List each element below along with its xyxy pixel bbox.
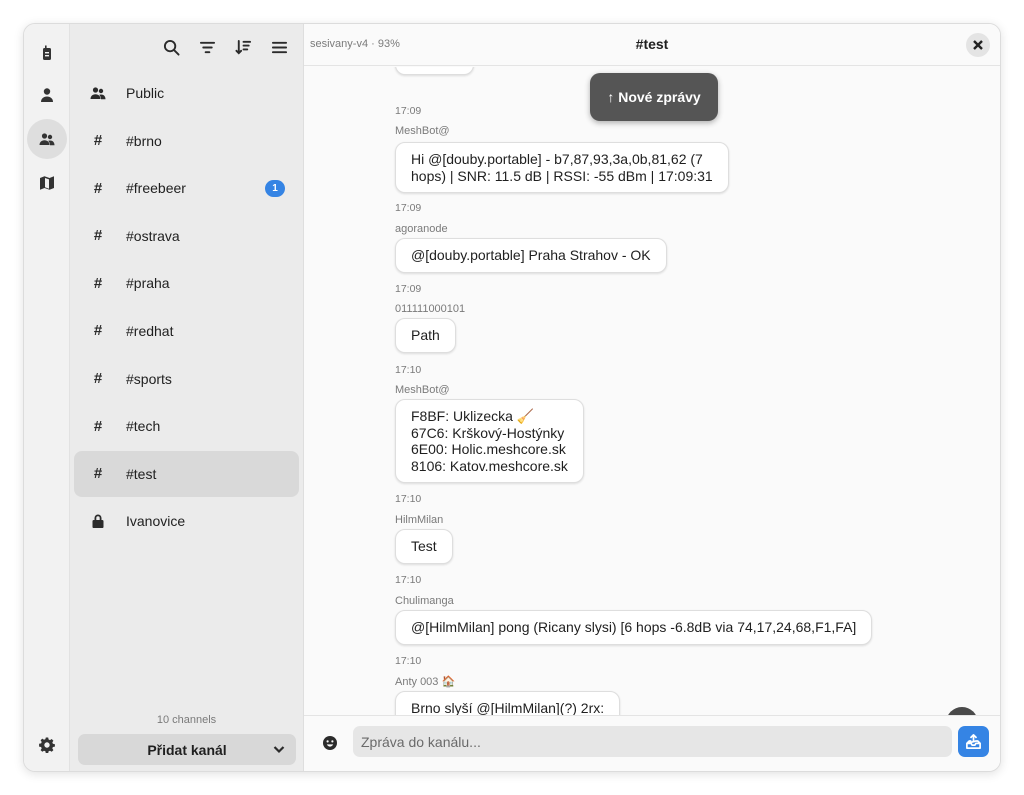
channel-label: #sports <box>126 370 172 387</box>
page-title: #test <box>635 36 669 52</box>
gear-icon <box>39 737 55 753</box>
message-time: 17:10 <box>395 493 422 505</box>
message-bubble: Brno slyší @[HilmMilan](?) 2rx: hops=4 p… <box>395 691 621 717</box>
nav-rail <box>24 24 70 771</box>
chevron-down-icon <box>272 742 286 756</box>
hash-icon: # <box>93 227 103 245</box>
send-icon <box>966 734 981 749</box>
channel-item-public[interactable]: Public <box>74 70 299 116</box>
channel-count: 10 channels <box>156 714 217 726</box>
channel-label: #tech <box>126 418 161 435</box>
message-time: 17:09 <box>395 105 422 117</box>
message-sender: Chulimanga <box>395 595 454 607</box>
map-icon <box>40 176 54 190</box>
map-rail-button[interactable] <box>27 163 67 203</box>
message-time: 17:09 <box>395 202 422 214</box>
app-window: Public # #brno # #freebeer 1 # #ostrava … <box>23 23 1001 772</box>
send-button[interactable] <box>958 726 989 757</box>
message-sender: MeshBot@ <box>395 125 450 137</box>
channel-label: #freebeer <box>126 180 186 197</box>
group-icon <box>90 85 106 101</box>
settings-rail-button[interactable] <box>27 725 67 765</box>
channel-label: #ostrava <box>126 227 180 244</box>
message-input[interactable] <box>353 726 952 757</box>
add-channel-button[interactable]: Přidat kanál <box>78 734 296 765</box>
unread-badge: 1 <box>265 180 285 198</box>
channel-item-test[interactable]: # #test <box>74 450 299 497</box>
message-bubble: @[HilmMilan] pong (Ricany slysi) [6 hops… <box>395 610 873 645</box>
message-time: 17:09 <box>395 283 422 295</box>
channel-item-praha[interactable]: # #praha <box>74 260 299 306</box>
channel-label: #praha <box>126 275 170 292</box>
emoji-button[interactable] <box>322 735 338 751</box>
hash-icon: # <box>93 465 103 483</box>
channel-label: #brno <box>126 132 162 149</box>
hash-icon: # <box>93 322 103 340</box>
channel-list: Public # #brno # #freebeer 1 # #ostrava … <box>74 70 299 546</box>
sort-icon <box>234 39 251 55</box>
hash-icon: # <box>93 179 103 197</box>
person-icon <box>41 88 53 102</box>
channel-label: #redhat <box>126 322 174 339</box>
channel-item-redhat[interactable]: # #redhat <box>74 308 299 354</box>
message-time: 17:10 <box>395 655 422 667</box>
channel-sidebar: Public # #brno # #freebeer 1 # #ostrava … <box>70 24 304 771</box>
channel-item-freebeer[interactable]: # #freebeer 1 <box>74 165 299 211</box>
hash-icon: # <box>93 417 103 435</box>
message-sender: HilmMilan <box>395 514 444 526</box>
hamburger-menu-icon <box>271 41 287 53</box>
message-composer <box>304 715 1000 771</box>
message-bubble: F8BF: Uklizecka 🧹 67C6: Krškový-Hostýnky… <box>395 399 584 483</box>
contacts-rail-button[interactable] <box>27 75 67 115</box>
message-sender: 011111000101 <box>395 303 466 315</box>
hash-icon: # <box>93 274 103 292</box>
channel-label: Public <box>126 85 165 101</box>
message-sender: agoranode <box>395 223 448 235</box>
group-icon <box>39 133 55 146</box>
lock-icon <box>90 513 106 529</box>
message-time: 17:10 <box>395 574 422 586</box>
channel-item-sports[interactable]: # #sports <box>74 356 299 402</box>
search-icon <box>163 39 180 56</box>
hash-icon: # <box>93 132 103 150</box>
device-icon <box>43 45 51 60</box>
sidebar-toolbar <box>157 33 293 61</box>
message-sender: MeshBot@ <box>395 384 450 396</box>
close-button[interactable] <box>966 33 990 57</box>
message-bubble: @[douby.portable] Praha Strahov - OK <box>395 238 667 273</box>
filter-button[interactable] <box>193 33 221 61</box>
channel-item-ivanovice[interactable]: Ivanovice <box>74 498 299 544</box>
search-button[interactable] <box>157 33 185 61</box>
add-channel-label: Přidat kanál <box>147 741 227 758</box>
chat-header: sesivany-v4 · 93% #test <box>304 24 1000 66</box>
message-sender: Anty 003 🏠 <box>395 676 456 688</box>
channel-item-brno[interactable]: # #brno <box>74 118 299 164</box>
message-bubble: Test <box>395 529 453 564</box>
device-rail-button[interactable] <box>27 33 67 73</box>
filter-icon <box>199 41 215 53</box>
message-bubble: Path <box>395 318 456 353</box>
message-bubble <box>395 67 474 75</box>
channel-item-tech[interactable]: # #tech <box>74 403 299 449</box>
menu-button[interactable] <box>265 33 293 61</box>
close-icon <box>973 40 983 50</box>
channel-item-ostrava[interactable]: # #ostrava <box>74 213 299 259</box>
channel-label: Ivanovice <box>126 513 186 530</box>
hash-icon: # <box>93 370 103 388</box>
new-messages-button[interactable]: ↑ Nové zprávy <box>590 73 718 121</box>
sort-button[interactable] <box>229 33 257 61</box>
channels-rail-button[interactable] <box>27 119 67 159</box>
message-time: 17:10 <box>395 364 422 376</box>
channel-label: #test <box>126 465 157 482</box>
message-bubble: Hi @[douby.portable] - b7,87,93,3a,0b,81… <box>395 142 729 193</box>
chat-panel: sesivany-v4 · 93% #test 17:09 MeshBot@ H… <box>304 24 1000 771</box>
message-list[interactable]: 17:09 MeshBot@ Hi @[douby.portable] - b7… <box>304 67 1000 717</box>
emoji-icon <box>323 736 337 750</box>
